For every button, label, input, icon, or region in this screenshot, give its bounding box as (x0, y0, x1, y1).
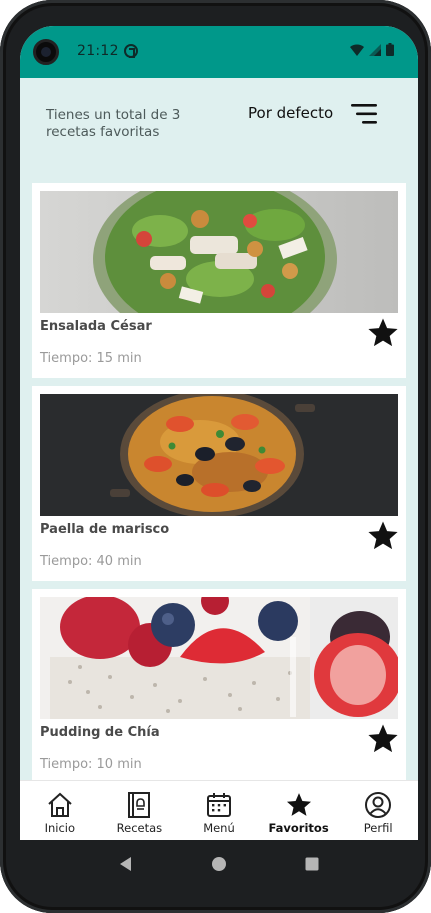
wifi-icon (350, 43, 364, 56)
nav-label: Menú (203, 821, 235, 835)
favorite-star-icon[interactable] (366, 316, 400, 350)
recipe-title: Pudding de Chía (40, 725, 160, 740)
star-icon (286, 793, 311, 816)
calendar-icon (206, 793, 231, 817)
notification-app-icon (124, 44, 138, 58)
recipe-image-seafood-paella (40, 394, 398, 516)
nav-label: Favoritos (268, 821, 329, 835)
favorites-header: Tienes un total de 3 recetas favoritas P… (20, 78, 418, 179)
sort-dropdown-label[interactable]: Por defecto (248, 104, 333, 122)
recipe-time: Tiempo: 10 min (40, 757, 142, 772)
back-icon[interactable] (118, 856, 134, 872)
nav-label: Perfil (363, 821, 393, 835)
status-icons (350, 43, 394, 56)
nav-item-menu[interactable]: Menú (179, 781, 259, 840)
recipe-image-caesar-salad (40, 191, 398, 313)
favorite-star-icon[interactable] (366, 519, 400, 553)
recipe-title: Ensalada César (40, 319, 152, 334)
home-icon (48, 792, 72, 817)
recipe-time: Tiempo: 15 min (40, 351, 142, 366)
favorites-count-text: Tienes un total de 3 recetas favoritas (46, 107, 181, 140)
nav-item-inicio[interactable]: Inicio (20, 781, 100, 840)
recipe-card[interactable]: Ensalada César Tiempo: 15 min (32, 183, 406, 378)
status-time: 21:12 (77, 43, 119, 59)
device-frame: 21:12 Tienes un total de 3 recetas favor… (0, 0, 431, 913)
bottom-navigation: Inicio Recetas Menú Favoritos Perfil (20, 780, 418, 840)
recipe-card[interactable]: Pudding de Chía Tiempo: 10 min (32, 589, 406, 780)
nav-label: Inicio (44, 821, 76, 835)
favorite-star-icon[interactable] (366, 722, 400, 756)
nav-item-perfil[interactable]: Perfil (338, 781, 418, 840)
battery-icon (386, 43, 394, 56)
recents-square-icon[interactable] (304, 856, 320, 872)
profile-icon (365, 792, 392, 818)
recipe-title: Paella de marisco (40, 522, 170, 537)
favorites-list: Ensalada César Tiempo: 15 min Paella de … (20, 179, 418, 780)
status-bar: 21:12 (20, 26, 418, 78)
system-navigation-bar (20, 840, 418, 888)
recipe-time: Tiempo: 40 min (40, 554, 142, 569)
nav-item-favoritos[interactable]: Favoritos (259, 781, 339, 840)
recipe-card[interactable]: Paella de marisco Tiempo: 40 min (32, 386, 406, 581)
signal-icon (369, 43, 381, 56)
app-screen: 21:12 Tienes un total de 3 recetas favor… (20, 26, 418, 840)
home-circle-icon[interactable] (211, 856, 227, 872)
recipe-image-chia-pudding (40, 597, 398, 719)
nav-item-recetas[interactable]: Recetas (100, 781, 180, 840)
camera-cutout (33, 39, 59, 65)
sort-icon[interactable] (351, 102, 377, 126)
nav-label: Recetas (116, 821, 163, 835)
recipe-book-icon (128, 792, 151, 818)
